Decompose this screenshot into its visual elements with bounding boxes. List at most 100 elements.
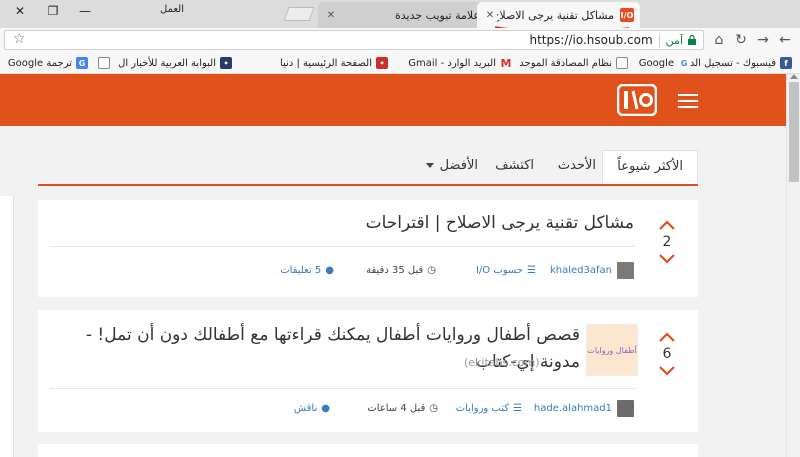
filter-tabs: الأكثر شيوعاً الأحدث اكتشف الأفضل	[38, 150, 698, 186]
bookmark-item[interactable]: • الصفحة الرئيسية | دنيا	[280, 55, 388, 71]
favicon-icon: I/O	[620, 8, 634, 22]
page-icon	[98, 57, 110, 69]
vote-count: 2	[662, 234, 672, 250]
home-icon: ⌂	[714, 32, 724, 48]
bookmark-item[interactable]: نظام المصادقة الموحد	[519, 55, 628, 71]
forward-button[interactable]: →	[752, 30, 774, 50]
bookmark-item[interactable]	[94, 55, 110, 71]
post-community[interactable]: ☰ كتب وروايات	[456, 398, 522, 418]
tab-label: اكتشف	[495, 158, 534, 173]
thumbnail-caption: أطفال وروايات	[587, 345, 637, 355]
site-header	[0, 74, 800, 126]
tab-discover[interactable]: اكتشف	[495, 158, 534, 173]
post-meta: hade.alahmad1 ☰ كتب وروايات ◷ قبل 4 ساعا…	[44, 398, 634, 418]
site-logo-icon[interactable]	[617, 84, 657, 116]
profile-label[interactable]: العمل	[160, 4, 184, 15]
vote-widget: 6	[652, 332, 682, 376]
comments-link: ناقش	[293, 402, 318, 414]
time-text: قبل 35 دقيقة	[366, 264, 424, 276]
upvote-icon[interactable]	[659, 332, 675, 342]
comment-icon: ●	[321, 402, 330, 414]
page-icon	[616, 57, 628, 69]
tab-best[interactable]: الأفضل	[425, 158, 478, 173]
post-author[interactable]: khaled3afan	[550, 260, 634, 280]
window-close-button[interactable]: ✕	[2, 0, 38, 22]
downvote-icon[interactable]	[659, 366, 675, 376]
translate-icon: G	[76, 57, 88, 69]
vote-widget: 2	[652, 220, 682, 264]
vote-count: 6	[662, 346, 672, 362]
post-author[interactable]: hade.alahmad1	[534, 398, 634, 418]
minimize-icon: —	[79, 4, 91, 18]
tab-title: مشاكل تقنية يرجى الاصلاح	[497, 8, 614, 22]
post-meta: khaled3afan ☰ حسوب I/O ◷ قبل 35 دقيقة ● …	[44, 260, 634, 280]
community-name: كتب وروايات	[455, 402, 510, 414]
page-scrollbar[interactable]	[786, 74, 800, 457]
chevron-down-icon	[425, 163, 434, 168]
comments-link: 5 تعليقات	[280, 264, 322, 276]
reload-button[interactable]: ↻	[730, 30, 752, 50]
home-button[interactable]: ⌂	[708, 30, 730, 50]
tab-new-tab[interactable]: علامة تبويب جديدة ✕	[318, 2, 490, 28]
post-card	[38, 444, 698, 457]
list-icon: ☰	[527, 264, 536, 276]
news-icon: •	[220, 57, 232, 69]
tab-most-popular[interactable]: الأكثر شيوعاً	[602, 150, 698, 184]
bookmark-item[interactable]: G Google	[639, 55, 690, 71]
url-text: https://io.hsoub.com	[529, 33, 653, 47]
post-comments[interactable]: ● ناقش	[294, 398, 330, 418]
bookmark-item[interactable]: • البوابة العربية للأخبار ال	[118, 55, 232, 71]
post-thumbnail[interactable]: أطفال وروايات	[586, 324, 638, 376]
arrow-right-icon: →	[757, 32, 769, 48]
tab-close-icon[interactable]: ✕	[483, 10, 497, 21]
scrollbar-thumb[interactable]	[789, 82, 799, 182]
upvote-icon[interactable]	[659, 220, 675, 230]
back-button[interactable]: ←	[774, 30, 796, 50]
bookmark-item[interactable]: G ترجمة Google	[8, 55, 88, 71]
browser-toolbar: آمن https://io.hsoub.com ☆ ⌂ ↻ → ←	[0, 28, 800, 52]
tab-label: الأحدث	[557, 158, 596, 173]
bookmark-item[interactable]: f فيسبوك - تسجيل الدخ	[683, 55, 792, 71]
divider	[50, 388, 636, 389]
reload-icon: ↻	[735, 32, 747, 48]
address-bar[interactable]: آمن https://io.hsoub.com ☆	[4, 30, 704, 50]
bookmark-item[interactable]: M البريد الوارد - Gmail	[408, 55, 512, 71]
bookmark-label: البوابة العربية للأخبار ال	[118, 57, 216, 69]
menu-hamburger-icon[interactable]	[678, 94, 698, 108]
window-minimize-button[interactable]: —	[70, 0, 100, 22]
post-time: ◷ قبل 35 دقيقة	[366, 260, 436, 280]
tab-label: الأكثر شيوعاً	[617, 159, 683, 174]
gmail-icon: M	[500, 56, 512, 70]
tab-latest[interactable]: الأحدث	[558, 158, 596, 173]
divider	[50, 246, 636, 247]
browser-tabstrip: ✕ ❐ — العمل علامة تبويب جديدة ✕ I/O مشاك…	[0, 0, 800, 33]
bookmark-label: فيسبوك - تسجيل الدخ	[683, 57, 776, 69]
downvote-icon[interactable]	[659, 254, 675, 264]
secure-label: آمن	[658, 33, 683, 47]
post-comments[interactable]: ● 5 تعليقات	[280, 260, 334, 280]
restore-icon: ❐	[47, 4, 59, 18]
google-icon: G	[678, 57, 690, 69]
post-domain[interactable]: (ekitabs.com)	[464, 356, 540, 369]
window-maximize-button[interactable]: ❐	[38, 0, 68, 22]
bookmark-label: نظام المصادقة الموحد	[519, 57, 612, 69]
clock-icon: ◷	[429, 402, 438, 414]
bookmark-label: الصفحة الرئيسية | دنيا	[279, 57, 372, 69]
scroll-up-icon[interactable]	[790, 74, 798, 79]
new-tab-button[interactable]	[283, 7, 315, 21]
comment-icon: ●	[325, 264, 334, 276]
close-icon: ✕	[14, 4, 26, 18]
time-text: قبل 4 ساعات	[367, 402, 426, 414]
avatar	[617, 261, 634, 279]
post-time: ◷ قبل 4 ساعات	[367, 398, 438, 418]
author-name: hade.alahmad1	[533, 402, 612, 414]
tab-close-icon[interactable]: ✕	[324, 10, 338, 21]
avatar	[617, 399, 634, 417]
site-icon: •	[376, 57, 388, 69]
bookmark-star-icon[interactable]: ☆	[13, 31, 26, 47]
post-community[interactable]: ☰ حسوب I/O	[476, 260, 536, 280]
clock-icon: ◷	[427, 264, 436, 276]
bookmark-label: البريد الوارد - Gmail	[408, 57, 496, 69]
post-card: 6 أطفال وروايات قصص أطفال وروايات أطفال …	[38, 310, 698, 432]
post-title-link[interactable]: مشاكل تقنية يرجى الاصلاح | اقتراحات	[54, 210, 634, 237]
